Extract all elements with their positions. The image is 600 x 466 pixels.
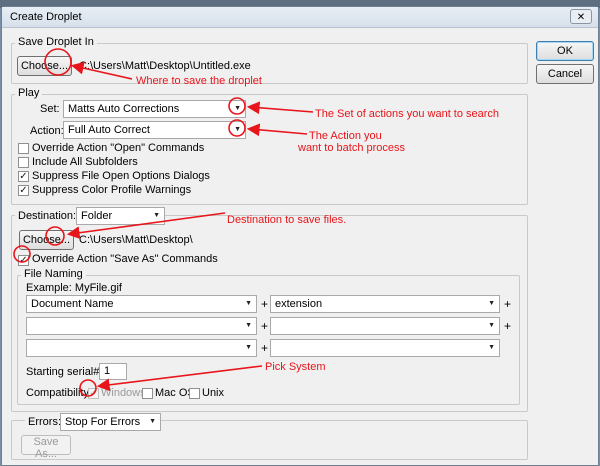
save-droplet-legend: Save Droplet In [15,36,97,48]
override-open-label: Override Action "Open" Commands [32,142,205,154]
set-label: Set: [40,103,60,115]
title-bar: Create Droplet ✕ [2,7,598,28]
destination-label: Destination: [15,210,80,222]
override-save-as-checkbox[interactable]: ✓ [18,255,29,266]
destination-path: C:\Users\Matt\Desktop\ [79,234,193,246]
naming-left-select-1[interactable]: Document Name ▼ [26,295,257,313]
include-subfolders-label: Include All Subfolders [32,156,138,168]
annotation-where-to-save: Where to save the droplet [136,75,262,87]
errors-select[interactable]: Stop For Errors ▼ [60,413,161,431]
naming-left-value-1: Document Name [31,298,114,310]
windows-checkbox[interactable]: ✓ [88,388,99,399]
windows-label: Windows [101,387,146,399]
plus-sign: + [261,319,269,333]
plus-sign: + [261,341,269,355]
naming-right-select-2[interactable]: ▼ [270,317,500,335]
suppress-open-dialogs-label: Suppress File Open Options Dialogs [32,170,210,182]
chevron-down-icon: ▼ [245,344,252,351]
naming-right-select-3[interactable]: ▼ [270,339,500,357]
create-droplet-dialog: Create Droplet ✕ OK Cancel Save Droplet … [1,6,599,466]
annotation-destination: Destination to save files. [227,214,347,226]
annotation-action-line1: The Action you [309,130,382,142]
save-as-button[interactable]: Save As... [21,435,71,460]
chevron-down-icon: ▼ [153,212,160,219]
serial-input[interactable]: 1 [99,363,127,380]
action-select[interactable]: Full Auto Correct ▼ [63,121,246,139]
ok-button[interactable]: OK [536,41,594,61]
naming-left-select-2[interactable]: ▼ [26,317,257,335]
suppress-profile-warnings-label: Suppress Color Profile Warnings [32,184,192,196]
include-subfolders-checkbox[interactable] [18,157,29,168]
chevron-down-icon: ▼ [245,300,252,307]
close-button[interactable]: ✕ [570,9,592,24]
chevron-down-icon: ▼ [245,322,252,329]
window-title: Create Droplet [10,11,82,23]
action-select-value: Full Auto Correct [68,124,150,136]
suppress-open-dialogs-checkbox[interactable]: ✓ [18,171,29,182]
naming-right-value-1: extension [275,298,323,310]
errors-select-value: Stop For Errors [65,416,141,428]
chevron-down-icon: ▼ [488,322,495,329]
annotation-set-of-actions: The Set of actions you want to search [315,108,500,120]
naming-right-select-1[interactable]: extension ▼ [270,295,500,313]
override-open-checkbox[interactable] [18,143,29,154]
errors-label: Errors: [25,416,64,428]
chevron-down-icon: ▼ [234,126,241,133]
choose-destination-button[interactable]: Choose... [19,230,74,250]
play-legend: Play [15,87,43,99]
plus-sign: + [504,319,512,333]
destination-select-value: Folder [81,210,113,222]
unix-checkbox[interactable] [189,388,200,399]
chevron-down-icon: ▼ [488,344,495,351]
chevron-down-icon: ▼ [234,105,241,112]
macos-checkbox[interactable] [142,388,153,399]
naming-example: Example: MyFile.gif [26,282,122,294]
serial-label: Starting serial#: [26,366,103,378]
chevron-down-icon: ▼ [488,300,495,307]
chevron-down-icon: ▼ [149,418,156,425]
set-select-value: Matts Auto Corrections [68,103,180,115]
droplet-path: C:\Users\Matt\Desktop\Untitled.exe [79,60,251,72]
unix-label: Unix [202,387,225,399]
suppress-profile-warnings-checkbox[interactable]: ✓ [18,185,29,196]
compatibility-label: Compatibility: [26,387,93,399]
naming-left-select-3[interactable]: ▼ [26,339,257,357]
file-naming-legend: File Naming [21,268,86,280]
annotation-pick-system: Pick System [265,361,326,373]
plus-sign: + [504,297,512,311]
choose-droplet-button[interactable]: Choose... [17,56,72,76]
plus-sign: + [261,297,269,311]
set-select[interactable]: Matts Auto Corrections ▼ [63,100,246,118]
override-save-as-label: Override Action "Save As" Commands [32,253,218,265]
action-label: Action: [30,125,64,137]
destination-select[interactable]: Folder ▼ [76,207,165,225]
cancel-button[interactable]: Cancel [536,64,594,84]
annotation-action-line2: want to batch process [298,142,406,154]
